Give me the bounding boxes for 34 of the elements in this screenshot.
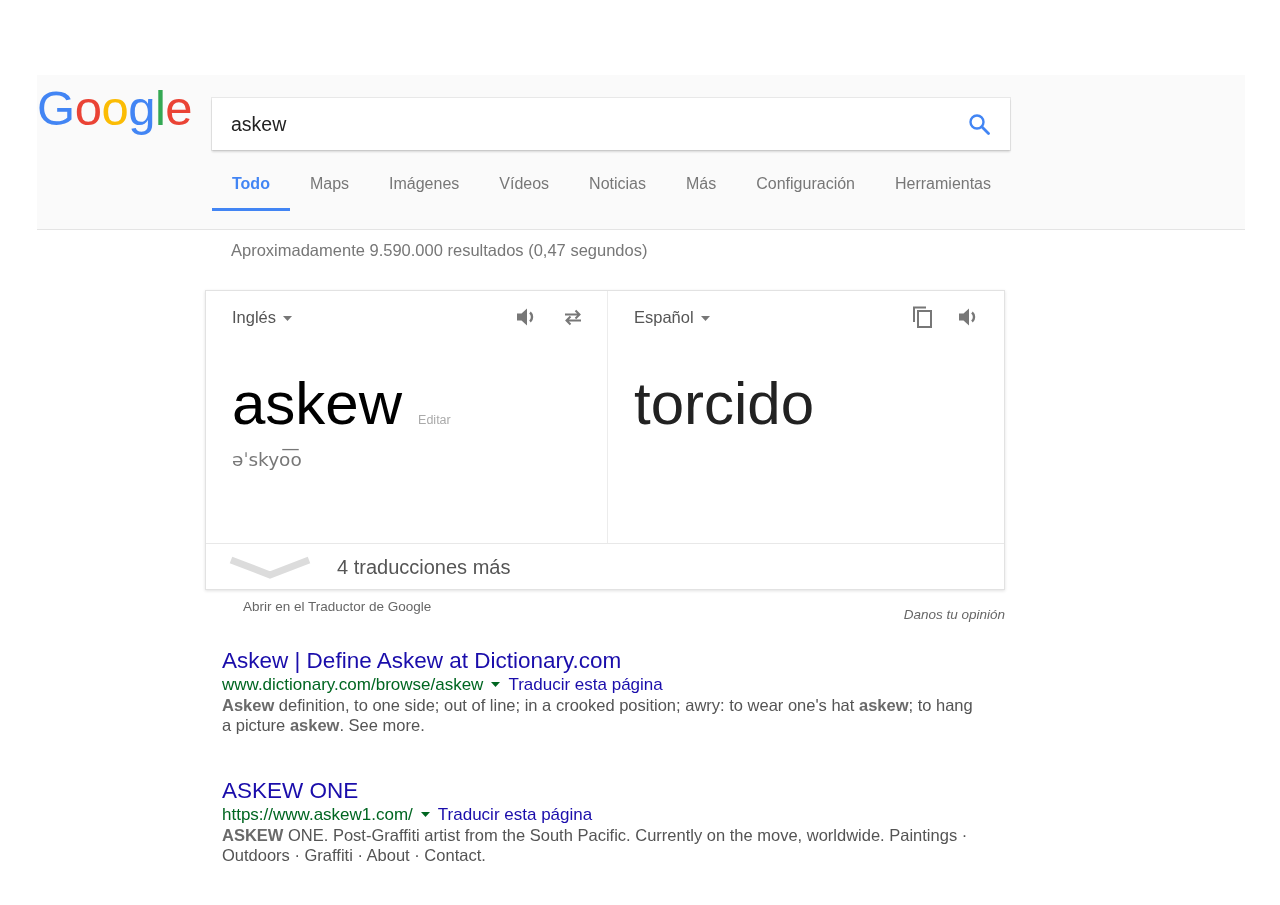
caret-icon[interactable] (491, 682, 501, 688)
result-snippet: ASKEW ONE. Post-Graffiti artist from the South Pacific. Currently on the move, worldwide. Paintings · Outdoors · Graffiti · About · Contact. (222, 826, 969, 866)
translated-word: torcido (634, 373, 815, 434)
translate-link[interactable]: Traducir esta página (437, 805, 593, 825)
nav-tab[interactable]: Noticias (569, 164, 666, 211)
result-snippet: Askew definition, to one side; out of line; in a crooked position; awry: to wear one's hat askew; to hang a picture askew. See more. (222, 696, 974, 736)
menu-link[interactable]: Herramientas (875, 164, 1011, 211)
nav-tab[interactable]: Vídeos (479, 164, 570, 211)
result-url: https://www.askew1.com/ (222, 805, 413, 825)
more-translations-button[interactable]: 4 traducciones más (206, 543, 1004, 589)
caret-icon (283, 316, 293, 322)
feedback-link[interactable]: Danos tu opinión (903, 605, 1005, 626)
result-count: Aproximadamente 9.590.000 resultados (0,47 segundos) (230, 240, 649, 260)
result-url: www.dictionary.com/browse/askew (222, 675, 484, 695)
chevron-icon (229, 554, 311, 579)
result-title[interactable]: Askew | Define Askew at Dictionary.com (222, 649, 622, 674)
logo[interactable]: Google (37, 84, 193, 133)
result-title[interactable]: ASKEW ONE (222, 779, 359, 804)
caret-icon[interactable] (420, 812, 430, 818)
search-field[interactable]: askew (212, 98, 1010, 150)
source-word: askew (232, 373, 403, 434)
copy-icon[interactable] (912, 306, 934, 329)
pronunciation: əˈskyo͞o (232, 447, 303, 472)
nav-tab[interactable]: Imágenes (369, 164, 480, 211)
nav-tab[interactable]: Más (666, 164, 737, 211)
language-dropdown[interactable]: Inglés (232, 305, 293, 330)
menu-link[interactable]: Configuración (736, 164, 875, 211)
search-icon[interactable] (968, 113, 990, 135)
caret-icon (700, 316, 710, 322)
translate-link[interactable]: Traducir esta página (508, 675, 663, 695)
nav-tab[interactable]: Maps (289, 164, 370, 211)
open-translator-link[interactable]: Abrir en el Traductor de Google (205, 597, 432, 618)
language-dropdown[interactable]: Español (634, 305, 710, 330)
nav-tab[interactable]: Todo (212, 164, 290, 211)
